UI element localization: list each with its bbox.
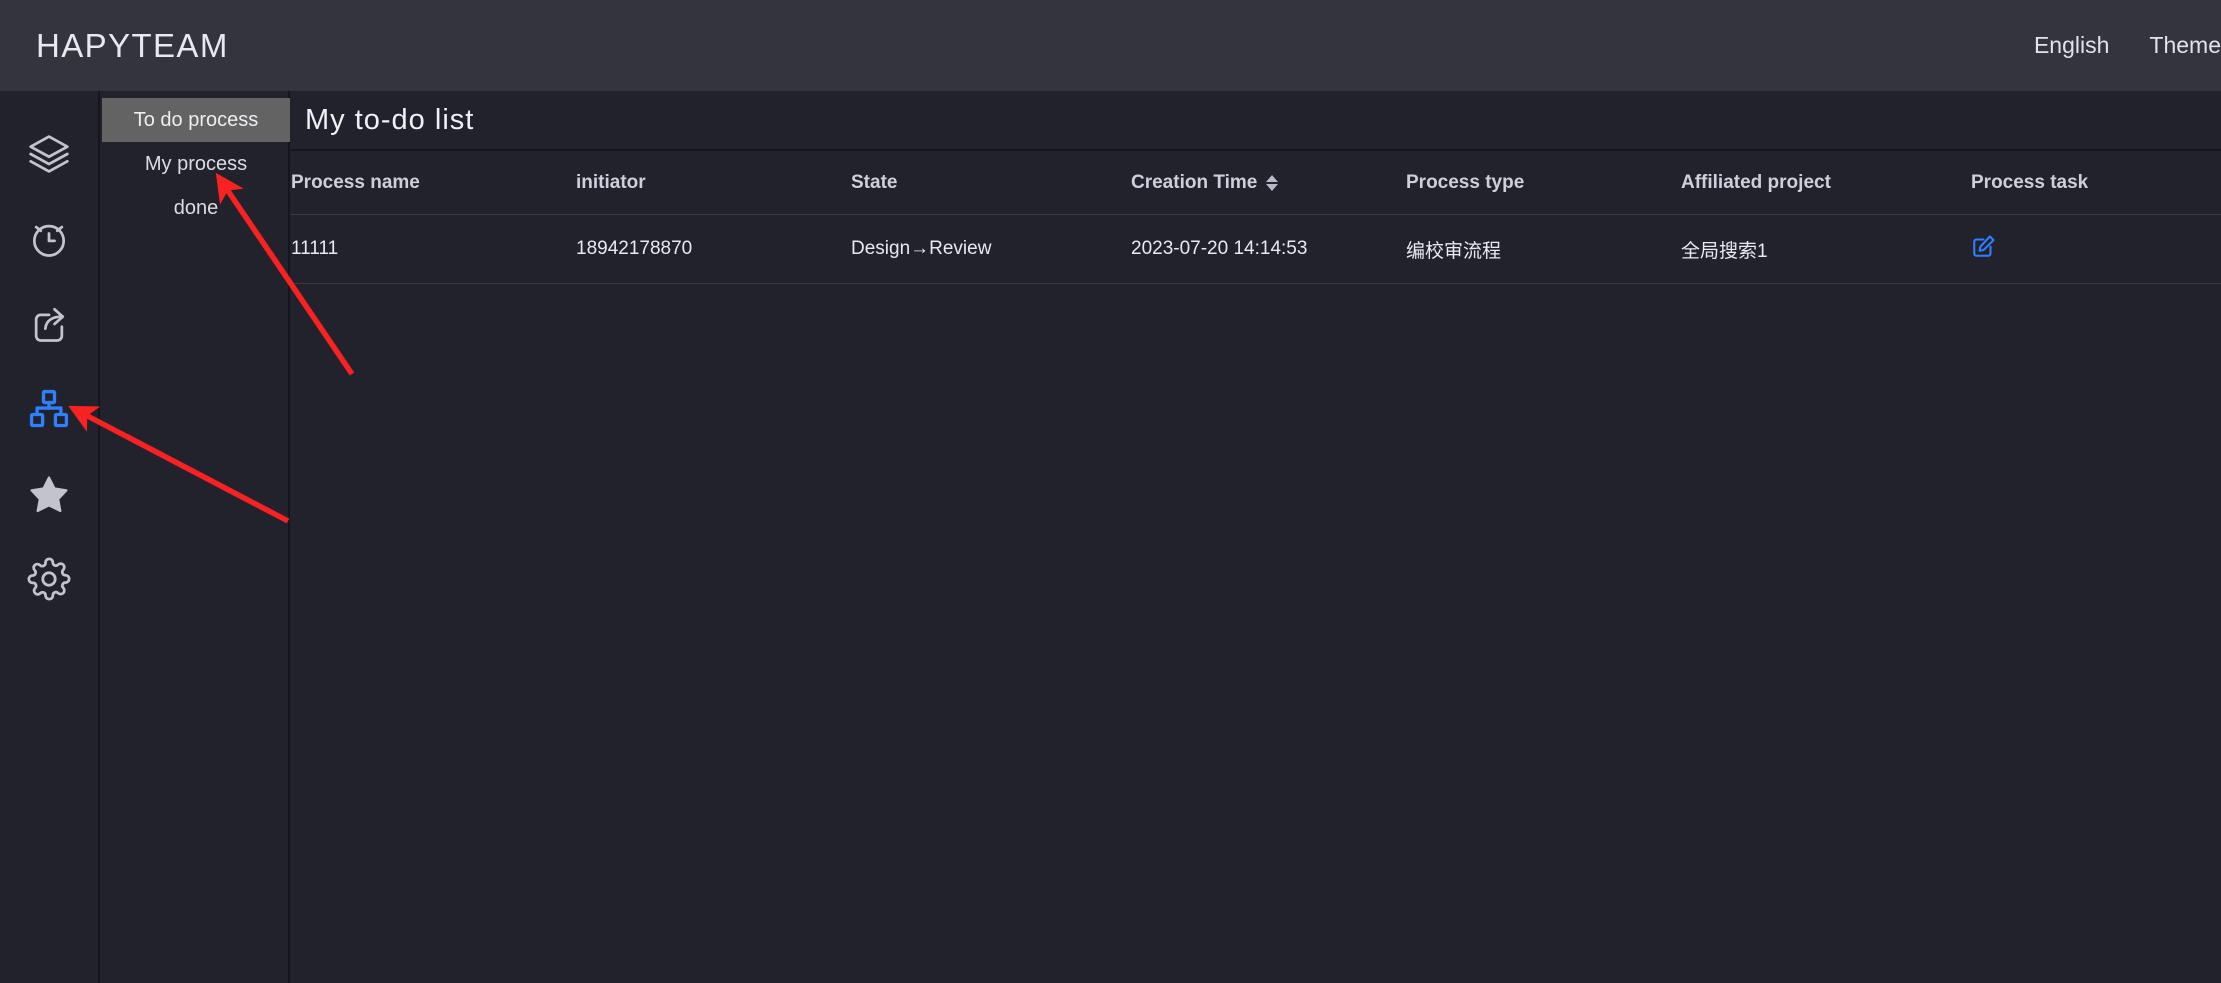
edit-icon[interactable] (1971, 233, 1997, 265)
app-logo: HAPYTEAM (36, 26, 229, 64)
secondary-nav: To do process My process done (102, 91, 290, 983)
share-external-icon (27, 302, 71, 346)
column-header-label: State (851, 172, 898, 193)
rail-item-alarm[interactable] (0, 196, 99, 281)
column-header-label: Affiliated project (1681, 172, 1831, 193)
caret-up-icon (1266, 175, 1279, 182)
column-header-label: initiator (576, 172, 646, 193)
rail-item-org-chart[interactable] (0, 366, 99, 451)
column-header-creation-time[interactable]: Creation Time (1131, 151, 1406, 215)
subnav-item-my-process[interactable]: My process (102, 142, 290, 186)
alarm-clock-icon (27, 217, 71, 261)
subnav-item-to-do-process[interactable]: To do process (102, 98, 290, 142)
cell-initiator: 18942178870 (576, 214, 851, 284)
table-body: 11111 18942178870 Design→Review 2023-07-… (291, 214, 2221, 284)
column-header-label: Process type (1406, 172, 1525, 193)
table-head: Process name initiator State Creation Ti… (291, 151, 2221, 215)
column-header-process-task[interactable]: Process task (1971, 151, 2221, 215)
column-header-process-type[interactable]: Process type (1406, 151, 1681, 215)
column-header-affiliated-project[interactable]: Affiliated project (1681, 151, 1971, 215)
rail-item-share[interactable] (0, 281, 99, 366)
table-row[interactable]: 11111 18942178870 Design→Review 2023-07-… (291, 214, 2221, 284)
column-header-label: Creation Time (1131, 172, 1258, 193)
column-header-label: Process task (1971, 172, 2089, 193)
top-bar-actions: English Theme (2034, 32, 2221, 59)
cell-process-type: 编校审流程 (1406, 214, 1681, 284)
rail-item-favorites[interactable] (0, 451, 99, 536)
sort-toggle-icon[interactable] (1266, 175, 1279, 191)
top-bar: HAPYTEAM English Theme (0, 0, 2221, 91)
table-header-row: Process name initiator State Creation Ti… (291, 151, 2221, 215)
cell-process-task (1971, 214, 2221, 284)
column-header-initiator[interactable]: initiator (576, 151, 851, 215)
subnav-item-done[interactable]: done (102, 186, 290, 230)
column-header-label: Process name (291, 172, 420, 193)
gear-icon (27, 556, 71, 601)
layers-icon (27, 132, 71, 176)
app-root: HAPYTEAM English Theme To do process My … (0, 0, 2221, 983)
org-chart-icon (27, 387, 71, 431)
column-header-process-name[interactable]: Process name (291, 151, 576, 215)
caret-down-icon (1266, 184, 1279, 191)
icon-rail (0, 91, 100, 983)
column-header-state[interactable]: State (851, 151, 1131, 215)
process-table: Process name initiator State Creation Ti… (291, 151, 2221, 284)
cell-process-name: 11111 (291, 214, 576, 284)
cell-affiliated-project: 全局搜索1 (1681, 214, 1971, 284)
theme-switch[interactable]: Theme (2149, 32, 2221, 59)
star-icon (27, 472, 71, 516)
page-title: My to-do list (305, 104, 475, 136)
cell-creation-time: 2023-07-20 14:14:53 (1131, 214, 1406, 284)
rail-item-settings[interactable] (0, 536, 99, 621)
language-switch[interactable]: English (2034, 32, 2109, 59)
cell-state: Design→Review (851, 214, 1131, 284)
rail-item-layers[interactable] (0, 111, 99, 196)
main-content: My to-do list Process name initiator Sta… (291, 91, 2221, 983)
